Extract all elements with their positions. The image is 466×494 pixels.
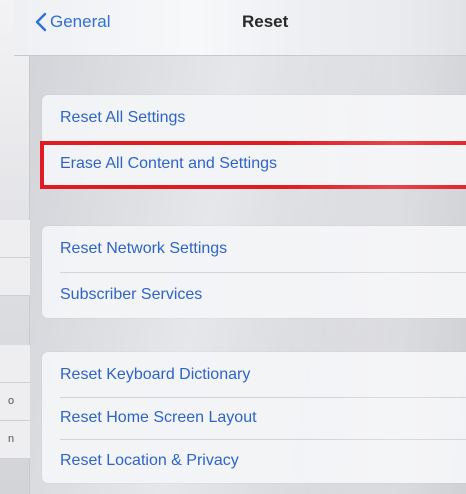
row-label: Reset All Settings [60, 109, 186, 126]
row-label: Erase All Content and Settings [60, 155, 278, 172]
master-list-cell[interactable] [0, 258, 30, 296]
row-label: Reset Keyboard Dictionary [60, 365, 251, 383]
erase-all-content-button[interactable]: Erase All Content and Settings [42, 141, 466, 187]
master-list-cell[interactable]: o [0, 383, 30, 421]
master-list-edge: o n [0, 0, 30, 494]
settings-screen: o n General Reset Reset All Settings Era… [0, 0, 466, 494]
reset-home-screen-layout-button[interactable]: Reset Home Screen Layout [42, 397, 466, 439]
master-list-cell[interactable]: n [0, 421, 30, 459]
master-list-cell[interactable] [0, 345, 30, 383]
reset-location-privacy-button[interactable]: Reset Location & Privacy [42, 439, 466, 483]
master-list-text-fragment: o [8, 395, 15, 407]
reset-network-settings-button[interactable]: Reset Network Settings [42, 226, 466, 272]
navigation-bar: General Reset [14, 0, 466, 56]
row-label: Reset Network Settings [60, 240, 228, 257]
row-label: Subscriber Services [60, 286, 203, 303]
reset-all-settings-button[interactable]: Reset All Settings [42, 95, 466, 141]
subscriber-services-button[interactable]: Subscriber Services [42, 272, 466, 318]
master-list-cell[interactable] [0, 220, 30, 258]
settings-group-keyboard: Reset Keyboard Dictionary Reset Home Scr… [42, 352, 466, 483]
row-label: Reset Location & Privacy [60, 452, 239, 469]
page-title: Reset [242, 12, 289, 31]
back-button-label: General [50, 12, 111, 31]
settings-group-network: Reset Network Settings Subscriber Servic… [42, 226, 466, 318]
chevron-left-icon [35, 12, 47, 32]
back-button[interactable]: General [34, 12, 110, 32]
master-list-text-fragment: n [8, 433, 15, 445]
row-label: Reset Home Screen Layout [60, 409, 257, 426]
reset-keyboard-dictionary-button[interactable]: Reset Keyboard Dictionary [42, 352, 466, 397]
settings-group-reset: Reset All Settings Erase All Content and… [42, 95, 466, 187]
